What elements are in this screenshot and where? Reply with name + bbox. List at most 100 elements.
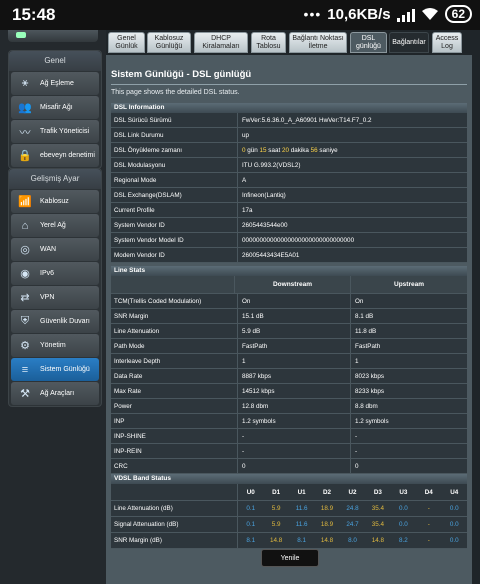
sidebar-item-wan[interactable]: ◎ WAN <box>11 238 99 261</box>
header-downstream: Downstream <box>272 281 312 288</box>
tab-route-table[interactable]: Rota Tablosu <box>251 32 286 53</box>
uptime-seconds: 56 <box>310 146 318 154</box>
table-row: Line Attenuation (dB) 0.1 5.9 11.6 18.9 … <box>111 501 467 517</box>
table-row: SNR Margin (dB) 8.1 14.8 8.1 14.8 8.0 14… <box>111 533 467 549</box>
band-header: D3 <box>373 488 382 496</box>
row-label: CRC <box>111 459 238 473</box>
cell-signal-icon <box>396 6 415 22</box>
row-down: 8887 kbps <box>242 372 272 380</box>
title-divider <box>111 84 467 85</box>
table-row: Line Attenuation 5.9 dB 11.8 dB <box>111 324 467 339</box>
row-label: System Vendor Model ID <box>111 233 238 247</box>
vdsl-band-section: VDSL Band Status U0 D1 U1 D2 U2 D3 U3 D4… <box>111 474 467 549</box>
row-label: Max Rate <box>111 384 238 398</box>
row-up: On <box>350 294 467 308</box>
sidebar-item-label: IPv6 <box>40 270 55 277</box>
uptime-unit: saat <box>266 146 282 154</box>
tab-wireless-log[interactable]: Kablosuz Günlüğü <box>147 32 191 53</box>
row-label: Power <box>111 399 238 413</box>
row-label: Current Profile <box>111 203 238 217</box>
globe-icon: ◎ <box>20 244 30 256</box>
row-value: A <box>242 176 247 184</box>
row-down: On <box>242 297 251 305</box>
band-header: U0 <box>246 488 255 496</box>
row-label: DSL Sürücü Sürümü <box>111 113 238 127</box>
band-value: 0.1 <box>246 521 256 528</box>
table-row: DSL Link Durumu up <box>111 128 467 143</box>
sidebar-item-vpn[interactable]: ⇄ VPN <box>11 286 99 309</box>
sidebar-item-label: Ağ Araçları <box>40 390 75 397</box>
network-tools-icon: ⚒ <box>20 388 30 400</box>
band-value: 24.7 <box>346 521 359 528</box>
tab-connections[interactable]: Bağlantılar <box>389 32 429 53</box>
wifi-icon <box>421 8 438 20</box>
table-row: INP-SHINE - - <box>111 429 467 444</box>
band-value: 14.8 <box>270 537 283 544</box>
row-label: Line Attenuation (dB) <box>111 501 238 516</box>
main-panel: Sistem Günlüğü - DSL günlüğü This page s… <box>106 55 472 584</box>
sidebar-item-traffic-manager[interactable]: 〰 Trafik Yöneticisi <box>11 120 99 143</box>
sidebar-item-parental-control[interactable]: 🔒 ebeveyn denetimi <box>11 144 99 167</box>
row-value: 26005443434E5A01 <box>242 251 300 259</box>
row-label: DSL Önyükleme zamanı <box>111 143 238 157</box>
row-up: 8.8 dbm <box>350 399 467 413</box>
band-value: 35.4 <box>371 521 385 528</box>
sidebar-top-stub[interactable] <box>8 30 98 42</box>
row-label: Signal Attenuation (dB) <box>111 517 238 532</box>
row-value: 2605443544e00 <box>242 221 288 229</box>
administration-gear-icon: ⚙ <box>20 340 30 352</box>
row-up: - <box>350 429 467 443</box>
tab-dhcp-leases[interactable]: DHCP Kiralamaları <box>194 32 248 53</box>
sidebar-item-label: WAN <box>40 246 57 253</box>
network-map-icon: ⚹ <box>21 77 29 89</box>
tab-general-log[interactable]: Genel Günlük <box>108 32 145 53</box>
row-label: DSL Exchange(DSLAM) <box>111 188 238 202</box>
sidebar-item-firewall[interactable]: ⛨ Güvenlik Duvarı <box>11 310 99 333</box>
header-spacer <box>111 484 238 500</box>
band-header: D2 <box>323 488 332 496</box>
dsl-information-section: DSL Information DSL Sürücü Sürümü FwVer:5… <box>111 103 467 263</box>
band-header: D4 <box>424 488 433 496</box>
sidebar-item-guest-network[interactable]: 👥 Misafir Ağı <box>11 96 99 119</box>
system-log-icon: ≡ <box>21 363 29 376</box>
table-row: INP-REIN - - <box>111 444 467 459</box>
sidebar-group-title: Genel <box>9 51 101 71</box>
row-up: 8023 kbps <box>350 369 467 383</box>
row-down: 15.1 dB <box>242 312 264 320</box>
row-label: SNR Margin (dB) <box>111 533 238 548</box>
guest-network-icon: 👥 <box>18 102 32 114</box>
tab-dsl-log[interactable]: DSL günlüğü <box>350 32 387 53</box>
sidebar-item-administration[interactable]: ⚙ Yönetim <box>11 334 99 357</box>
tab-port-forwarding[interactable]: Bağlantı Noktası İletme <box>289 32 347 53</box>
sidebar-item-network-map[interactable]: ⚹ Ağ Eşleme <box>11 72 99 95</box>
header-spacer <box>111 276 235 293</box>
band-value: 8.0 <box>348 537 357 544</box>
row-down: 0 <box>242 462 246 470</box>
sidebar-item-network-tools[interactable]: ⚒ Ağ Araçları <box>11 382 99 405</box>
band-value: - <box>427 537 430 544</box>
sidebar-item-wireless[interactable]: 📶 Kablosuz <box>11 190 99 213</box>
sidebar-item-ipv6[interactable]: ◉ IPv6 <box>11 262 99 285</box>
row-label: Modem Vendor ID <box>111 248 238 262</box>
table-header: Downstream Upstream <box>111 276 467 294</box>
refresh-button[interactable]: Yenile <box>261 549 319 567</box>
tab-access-log[interactable]: Access Log <box>432 32 462 53</box>
uptime-minutes: 20 <box>281 146 289 154</box>
row-value: FwVer:5.6.36.0_A_A60901 HwVer:T14.F7_0.2 <box>242 116 372 124</box>
firewall-shield-icon: ⛨ <box>20 315 30 327</box>
sidebar-group-general: Genel ⚹ Ağ Eşleme 👥 Misafir Ağı 〰 Trafik… <box>8 50 102 169</box>
sidebar-item-label: Kablosuz <box>40 198 69 205</box>
row-up: 11.8 dB <box>350 324 467 338</box>
battery-icon: 62 <box>444 5 472 23</box>
row-value: 17a <box>242 206 253 214</box>
sidebar-group-title: Gelişmiş Ayar <box>9 169 101 189</box>
log-tabs: Genel Günlük Kablosuz Günlüğü DHCP Kiral… <box>106 30 480 53</box>
sidebar-item-lan[interactable]: ⌂ Yerel Ağ <box>11 214 99 237</box>
band-header: U3 <box>399 488 408 496</box>
status-time: 15:48 <box>12 5 56 24</box>
line-stats-section: Line Stats Downstream Upstream TCM(Trell… <box>111 266 467 474</box>
row-label: DSL Link Durumu <box>111 128 238 142</box>
row-label: INP-SHINE <box>111 429 238 443</box>
sidebar-item-system-log[interactable]: ≡ Sistem Günlüğü <box>11 358 99 381</box>
row-up: 8.1 dB <box>350 309 467 323</box>
